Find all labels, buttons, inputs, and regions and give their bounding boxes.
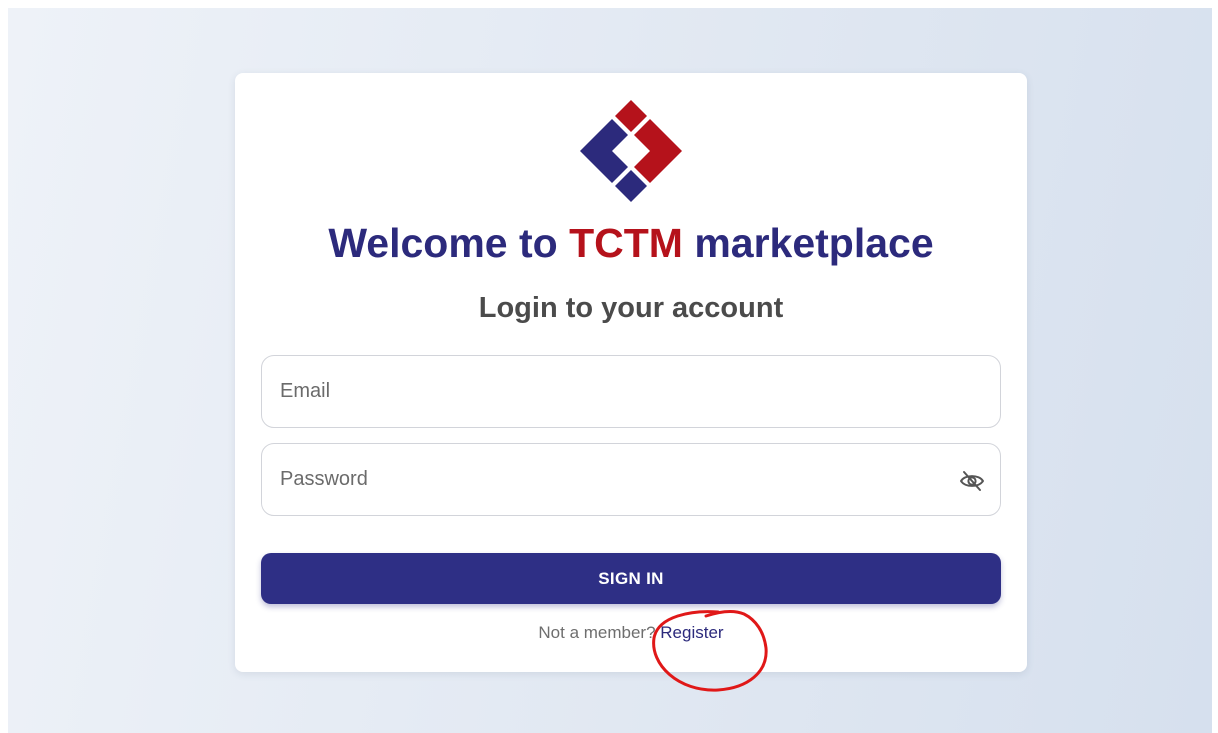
title-suffix: marketplace <box>682 220 934 266</box>
email-field-container <box>261 355 1001 428</box>
eye-slash-icon[interactable] <box>957 467 987 495</box>
password-field-container <box>261 443 1001 516</box>
tctm-logo <box>580 100 682 202</box>
email-input[interactable] <box>262 356 1000 427</box>
sign-in-button[interactable]: SIGN IN <box>261 553 1001 604</box>
member-prompt-text: Not a member? <box>538 623 661 642</box>
title-brand: TCTM <box>569 220 683 266</box>
register-link[interactable]: Register <box>660 623 723 642</box>
password-input[interactable] <box>262 444 1000 515</box>
welcome-title: Welcome to TCTM marketplace <box>235 217 1027 269</box>
register-prompt: Not a member? Register <box>235 622 1027 644</box>
login-subtitle: Login to your account <box>478 292 784 324</box>
title-prefix: Welcome to <box>328 220 570 266</box>
